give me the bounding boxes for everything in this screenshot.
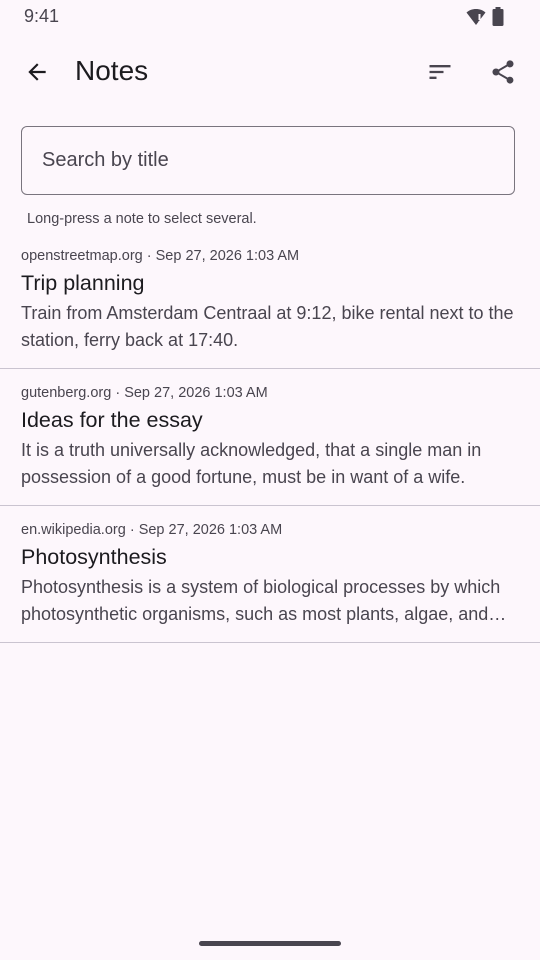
note-meta: gutenberg.org · Sep 27, 2026 1:03 AM: [21, 385, 268, 401]
top-app-bar: Notes: [0, 40, 540, 108]
back-button[interactable]: [13, 50, 61, 98]
battery-icon: [492, 7, 504, 31]
page-title: Notes: [75, 55, 149, 86]
note-item[interactable]: en.wikipedia.org · Sep 27, 2026 1:03 AM …: [0, 506, 540, 643]
share-button[interactable]: [479, 50, 527, 98]
notes-list: openstreetmap.org · Sep 27, 2026 1:03 AM…: [0, 232, 540, 643]
note-date: Sep 27, 2026 1:03 AM: [138, 522, 283, 538]
arrow-back-icon: [24, 59, 50, 90]
note-item[interactable]: openstreetmap.org · Sep 27, 2026 1:03 AM…: [0, 232, 540, 369]
note-title: Trip planning: [21, 271, 145, 295]
status-bar: 9:41: [0, 0, 540, 34]
wifi-alert-icon: [466, 8, 486, 31]
meta-separator: ·: [142, 248, 156, 264]
note-source: gutenberg.org: [21, 385, 112, 401]
meta-separator: ·: [125, 522, 139, 538]
gesture-nav-handle[interactable]: [199, 941, 341, 946]
status-time: 9:41: [24, 6, 60, 26]
note-item[interactable]: gutenberg.org · Sep 27, 2026 1:03 AM Ide…: [0, 369, 540, 506]
note-preview: Photosynthesis is a system of biological…: [21, 577, 501, 624]
note-preview: It is a truth universally acknowledged, …: [21, 440, 482, 487]
note-source: en.wikipedia.org: [21, 522, 126, 538]
search-input[interactable]: [22, 127, 514, 194]
note-date: Sep 27, 2026 1:03 AM: [155, 248, 300, 264]
note-preview: Train from Amsterdam Centraal at 9:12, b…: [21, 303, 514, 350]
note-meta: en.wikipedia.org · Sep 27, 2026 1:03 AM: [21, 522, 282, 538]
sort-button[interactable]: [416, 50, 464, 98]
note-date: Sep 27, 2026 1:03 AM: [124, 385, 268, 401]
meta-separator: ·: [111, 385, 125, 401]
share-icon: [489, 58, 517, 91]
search-field[interactable]: [21, 126, 515, 195]
sort-icon: [426, 58, 454, 91]
status-icons: [466, 7, 504, 31]
note-title: Photosynthesis: [21, 545, 167, 569]
selection-hint: Long-press a note to select several.: [27, 211, 257, 227]
note-source: openstreetmap.org: [21, 248, 143, 264]
note-meta: openstreetmap.org · Sep 27, 2026 1:03 AM: [21, 248, 299, 264]
note-title: Ideas for the essay: [21, 408, 203, 432]
